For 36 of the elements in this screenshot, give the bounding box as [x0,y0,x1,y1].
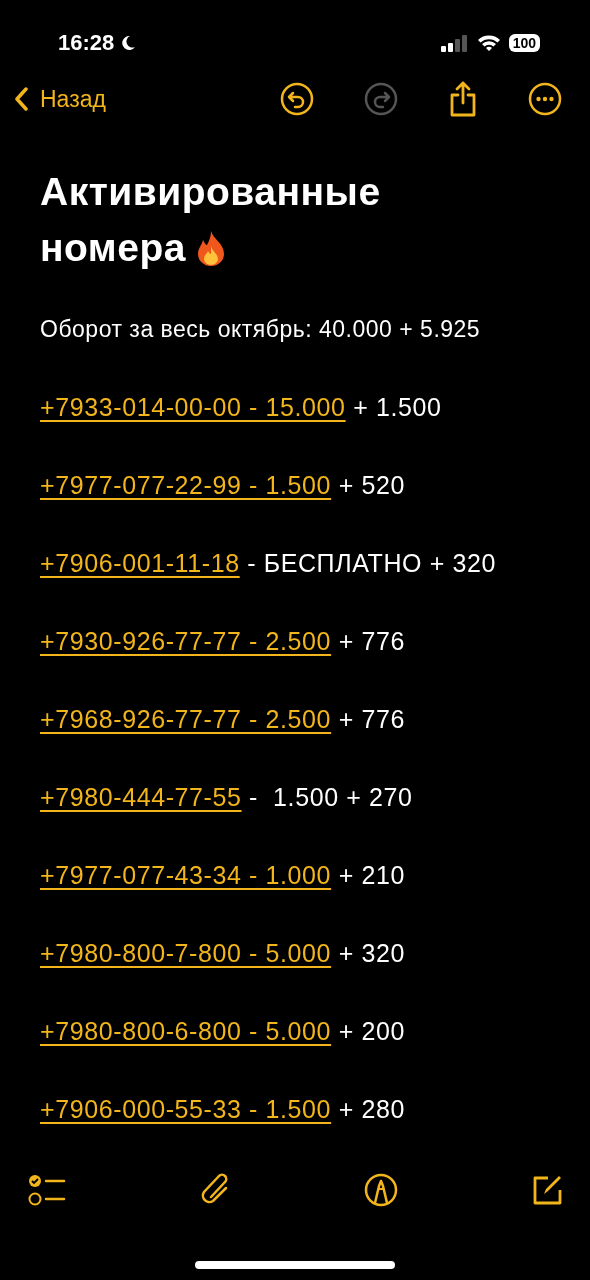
signal-icon [440,34,469,52]
entry-text: + 1.500 [352,393,442,421]
entry-text: + 320 [337,939,405,967]
battery-level: 100 [508,34,540,52]
more-icon[interactable] [528,82,562,116]
entry-text: + 210 [337,861,405,889]
share-icon[interactable] [448,81,478,117]
phone-link[interactable]: +7977-077-22-99 - 1.500 [40,471,332,499]
phone-link[interactable]: +7977-077-43-34 - 1.000 [40,861,332,889]
phone-link[interactable]: +7968-926-77-77 - 2.500 [40,705,332,733]
fire-icon [195,230,226,266]
summary-text: Оборот за весь октябрь: 40.000 + 5.925 [40,315,482,344]
checklist-icon[interactable] [28,1173,66,1207]
moon-icon [120,35,137,51]
back-button[interactable]: Назад [14,85,106,113]
entry-text: - 1.500 + 270 [248,783,413,811]
phone-link[interactable]: +7980-800-6-800 - 5.000 [40,1017,332,1045]
phone-link[interactable]: +7980-444-77-55 [40,783,242,811]
undo-icon[interactable] [280,82,314,116]
phone-link[interactable]: +7906-000-55-33 - 1.500 [40,1095,332,1123]
entry-text: + 776 [337,705,405,733]
markup-pen-icon[interactable] [364,1173,398,1207]
entry-text: - БЕСПЛАТНО + 320 [246,549,496,577]
chevron-left-icon [14,87,28,111]
entry-text: + 520 [337,471,405,499]
wifi-icon [476,34,501,52]
entry-text: + 280 [337,1095,405,1123]
phone-link[interactable]: +7930-926-77-77 - 2.500 [40,627,332,655]
entry-text: + 776 [337,627,405,655]
entry-text: + 200 [337,1017,405,1045]
phone-link[interactable]: +7906-001-11-18 [40,549,240,577]
note-title: Активированные [40,170,381,214]
phone-link[interactable]: +7933-014-00-00 - 15.000 [40,393,346,421]
phone-link[interactable]: +7980-800-7-800 - 5.000 [40,939,332,967]
note-title: номера [40,226,186,270]
status-time: 16:28 [58,30,115,56]
